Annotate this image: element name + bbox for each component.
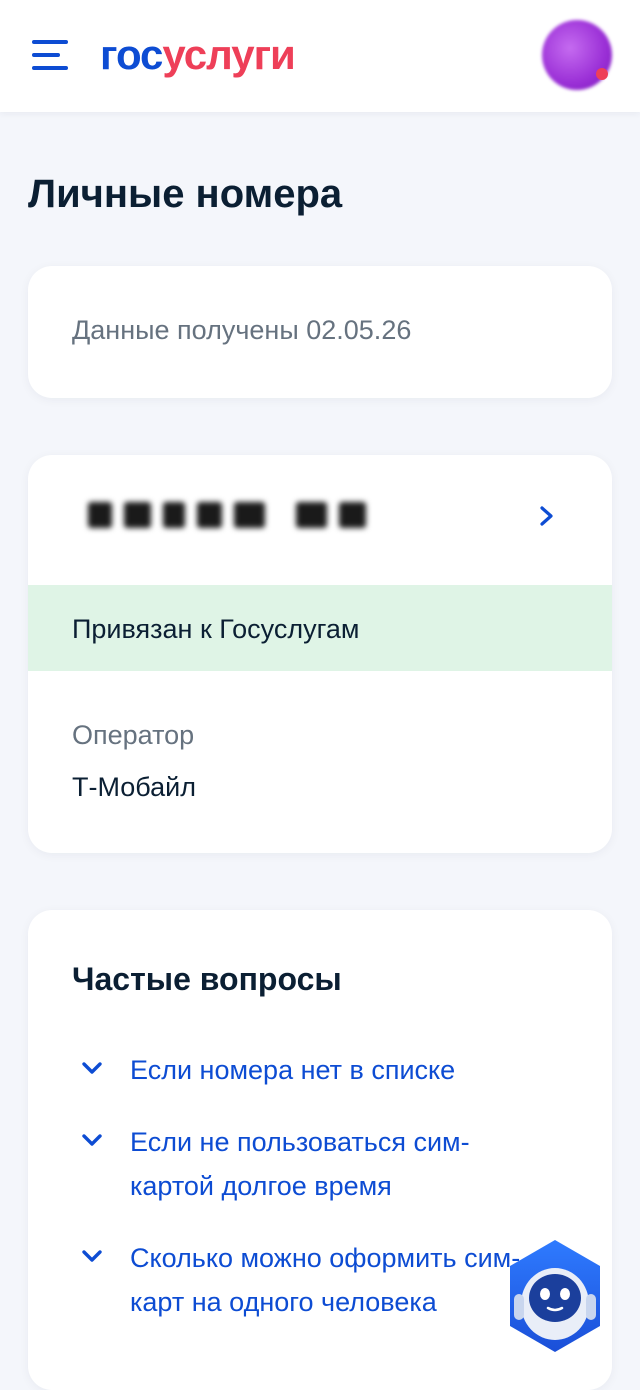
robot-assistant-icon[interactable]: [500, 1236, 610, 1357]
hamburger-menu-icon[interactable]: [32, 40, 68, 70]
faq-item-label: Если номера нет в списке: [130, 1055, 456, 1085]
operator-value: Т-Мобайл: [72, 772, 196, 802]
data-received-text: Данные получены 02.05.26: [72, 315, 412, 345]
phone-number-redacted: [88, 495, 367, 535]
logo-part-uslugi: услуги: [162, 31, 295, 78]
chevron-right-icon: [540, 506, 553, 526]
faq-item[interactable]: Если номера нет в списке: [72, 1048, 572, 1092]
faq-item-label: Если не пользоваться сим-картой долгое в…: [130, 1127, 470, 1201]
faq-item[interactable]: Сколько можно оформить сим-карт на одног…: [72, 1236, 572, 1324]
chevron-down-icon: [82, 1250, 102, 1262]
data-received-card: Данные получены 02.05.26: [28, 266, 612, 398]
status-text: Привязан к Госуслугам: [72, 614, 360, 644]
faq-title: Частые вопросы: [72, 961, 342, 997]
phone-number-card: Привязан к Госуслугам Оператор Т-Мобайл: [28, 455, 612, 853]
chevron-down-icon: [82, 1062, 102, 1074]
chevron-down-icon: [82, 1134, 102, 1146]
notification-dot-icon: [596, 68, 608, 80]
faq-item[interactable]: Если не пользоваться сим-картой долгое в…: [72, 1120, 572, 1208]
logo-part-gos: гос: [100, 31, 163, 78]
phone-number-row[interactable]: [28, 455, 612, 585]
operator-label: Оператор: [72, 720, 195, 750]
status-badge: Привязан к Госуслугам: [28, 585, 612, 671]
gosuslugi-logo[interactable]: госуслуги: [100, 30, 296, 80]
faq-item-label: Сколько можно оформить сим-карт на одног…: [130, 1243, 521, 1317]
page-title: Личные номера: [28, 172, 343, 216]
app-header: госуслуги: [0, 0, 640, 112]
